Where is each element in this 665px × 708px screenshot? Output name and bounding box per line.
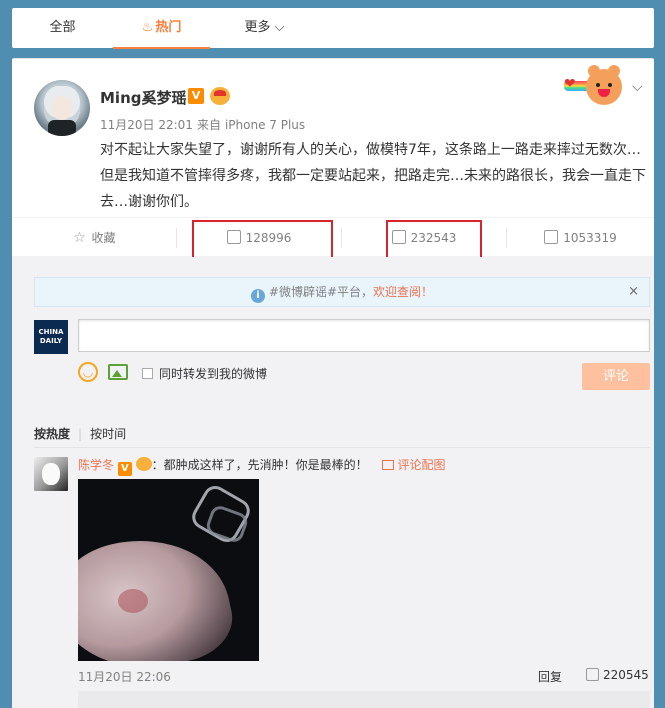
image-icon[interactable]: [108, 364, 128, 380]
flame-icon: ♨: [141, 20, 154, 35]
verified-icon: V: [117, 462, 132, 476]
comment-input[interactable]: [78, 319, 650, 352]
verified-icon: V: [188, 88, 204, 104]
thumbs-up-icon: [544, 230, 559, 244]
source-prefix: 来自: [196, 118, 221, 132]
logo-line-2: DAILY: [39, 337, 63, 345]
bear-mascot-icon: ❤: [564, 65, 626, 109]
favorite-button[interactable]: ☆ 收藏: [12, 218, 176, 258]
chevron-down-icon: ⌵: [274, 20, 285, 35]
submit-comment-button[interactable]: 评论: [582, 363, 650, 390]
comment-text: ：都肿成这样了，先消肿！你是最棒的！: [151, 458, 368, 472]
repost-checkbox-label[interactable]: 同时转发到我的微博: [159, 365, 267, 382]
tab-hot-label: 热门: [155, 20, 182, 35]
comment-section: i #微博辟谣#平台，欢迎查阅！ × CHINA DAILY ◡ 同时转发到我的微博…: [12, 257, 654, 708]
post-content: 对不起让大家失望了，谢谢所有人的关心，做模特7年，这条路上一路走来摔过无数次…但…: [100, 142, 646, 210]
like-count: 1053319: [563, 231, 617, 245]
vip-crown-icon[interactable]: [210, 87, 230, 105]
post-source[interactable]: iPhone 7 Plus: [225, 118, 305, 132]
top-tab-bar: 全部 ♨ 热门 更多 ⌵: [12, 8, 654, 49]
commenter-name[interactable]: 陈学冬: [78, 458, 114, 472]
notice-link[interactable]: 欢迎查阅！: [373, 285, 433, 299]
sort-options: 按热度 | 按时间: [34, 427, 127, 441]
comment-photo[interactable]: [78, 479, 259, 661]
comment-time: 11月20日 22:06: [78, 670, 171, 684]
reply-preview: [78, 691, 650, 708]
post-time[interactable]: 11月20日 22:01: [100, 118, 193, 132]
author-name[interactable]: Ming奚梦瑶: [100, 87, 187, 108]
emoji-icon[interactable]: ◡: [78, 362, 98, 382]
post-card: Ming奚梦瑶 V 11月20日 22:01 来自 iPhone 7 Plus 对不…: [12, 58, 654, 708]
tab-all[interactable]: 全部: [24, 8, 101, 48]
author-avatar[interactable]: [34, 80, 90, 136]
chevron-down-icon[interactable]: ⌵: [632, 79, 646, 95]
picture-icon: [381, 460, 394, 470]
tab-more-label: 更多: [244, 20, 271, 35]
sort-by-time[interactable]: 按时间: [90, 427, 126, 441]
vip-crown-icon[interactable]: [135, 457, 152, 471]
tab-hot[interactable]: ♨ 热门: [113, 8, 210, 49]
comment-picture-label: 评论配图: [397, 458, 446, 472]
close-icon[interactable]: ×: [628, 278, 639, 306]
comment-picture-link[interactable]: 评论配图: [381, 458, 446, 472]
logo-line-1: CHINA: [38, 328, 64, 336]
divider: [34, 447, 650, 448]
sort-by-hot[interactable]: 按热度: [34, 427, 70, 441]
comment-line: 陈学冬 V ：都肿成这样了，先消肿！你是最棒的！ 评论配图: [78, 456, 446, 476]
repost-checkbox[interactable]: [142, 368, 153, 379]
rumor-notice: i #微博辟谣#平台，欢迎查阅！ ×: [34, 277, 650, 307]
comment-highlight-box: [386, 220, 482, 260]
like-button[interactable]: 1053319: [507, 218, 654, 258]
favorite-label: 收藏: [91, 231, 116, 245]
info-icon: i: [250, 289, 265, 303]
thumbs-up-icon: [586, 668, 599, 681]
commenter-avatar[interactable]: [34, 457, 68, 491]
notice-text: #微博辟谣#平台，: [268, 285, 374, 299]
reply-button[interactable]: 回复: [538, 668, 562, 685]
comment-like-button[interactable]: 220545: [586, 668, 649, 682]
post-meta: 11月20日 22:01 来自 iPhone 7 Plus: [100, 116, 309, 133]
tab-more[interactable]: 更多 ⌵: [222, 8, 307, 48]
star-icon: ☆: [73, 230, 86, 246]
china-daily-logo: CHINA DAILY: [34, 320, 68, 354]
comment-like-count: 220545: [603, 668, 649, 682]
action-bar: ☆ 收藏 128996 232543 1053319: [12, 217, 654, 257]
